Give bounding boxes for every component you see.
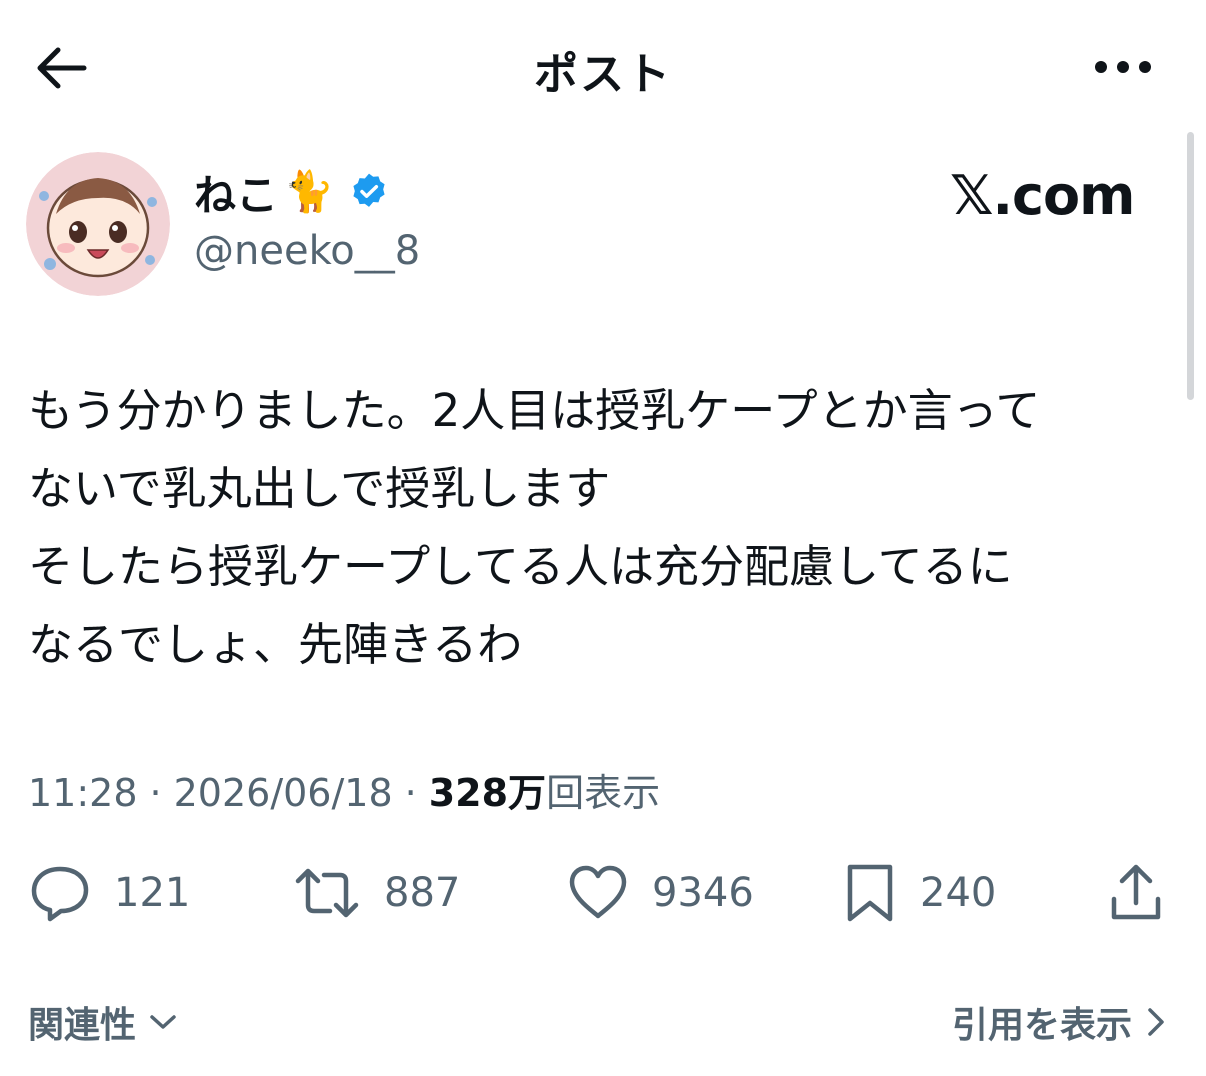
meta-separator: · bbox=[149, 771, 162, 815]
bookmark-icon bbox=[847, 864, 893, 922]
views-count[interactable]: 328万 bbox=[429, 762, 546, 817]
view-quotes-link[interactable]: 引用を表示 bbox=[952, 996, 1166, 1048]
post-detail-screen: ポスト ねこ 🐈 @neeko__8 𝕏.com もう分かりました。2人目は授乳… bbox=[0, 0, 1206, 1076]
view-quotes-label: 引用を表示 bbox=[951, 1005, 1132, 1046]
like-button[interactable]: 9346 bbox=[566, 858, 754, 928]
x-com-watermark: 𝕏.com bbox=[950, 164, 1135, 227]
avatar[interactable] bbox=[26, 152, 170, 296]
bookmark-count: 240 bbox=[920, 870, 997, 916]
share-button[interactable] bbox=[1106, 858, 1166, 928]
post-time: 11:28 bbox=[28, 771, 138, 815]
top-bar: ポスト bbox=[0, 0, 1206, 130]
reply-button[interactable]: 121 bbox=[28, 858, 190, 928]
baby-face-avatar-icon bbox=[26, 152, 170, 296]
post-meta: 11:28 · 2026/06/18 · 328万 回表示 bbox=[28, 762, 660, 817]
share-upload-icon bbox=[1111, 864, 1161, 920]
cat-emoji: 🐈 bbox=[284, 169, 334, 215]
post-text: もう分かりました。2人目は授乳ケープとか言って ないで乳丸出しで授乳します そし… bbox=[28, 384, 1041, 671]
reply-bubble-icon bbox=[31, 866, 89, 922]
views-label: 回表示 bbox=[546, 771, 661, 815]
relevance-label: 関連性 bbox=[28, 1005, 137, 1046]
repost-button[interactable]: 887 bbox=[292, 858, 460, 928]
sort-relevance-dropdown[interactable]: 関連性 bbox=[28, 996, 178, 1048]
author-name-row[interactable]: ねこ 🐈 bbox=[194, 162, 390, 222]
more-options-button[interactable] bbox=[1088, 44, 1158, 90]
author-handle[interactable]: @neeko__8 bbox=[194, 228, 420, 274]
author-name: ねこ bbox=[194, 170, 279, 220]
action-bar: 121 887 9346 240 bbox=[0, 858, 1206, 928]
meta-separator: · bbox=[404, 771, 417, 815]
chevron-right-icon bbox=[1148, 1008, 1164, 1036]
post-date: 2026/06/18 bbox=[173, 771, 393, 815]
chevron-down-icon bbox=[150, 1015, 176, 1029]
reply-count: 121 bbox=[114, 870, 191, 916]
heart-icon bbox=[569, 865, 627, 919]
repost-icon bbox=[295, 868, 359, 918]
more-horizontal-icon bbox=[1095, 61, 1151, 73]
scrollbar[interactable] bbox=[1187, 132, 1194, 400]
page-title: ポスト bbox=[534, 49, 672, 100]
verified-badge-icon bbox=[353, 173, 385, 207]
bookmark-button[interactable]: 240 bbox=[842, 858, 996, 928]
repost-count: 887 bbox=[384, 870, 461, 916]
like-count: 9346 bbox=[652, 870, 754, 916]
